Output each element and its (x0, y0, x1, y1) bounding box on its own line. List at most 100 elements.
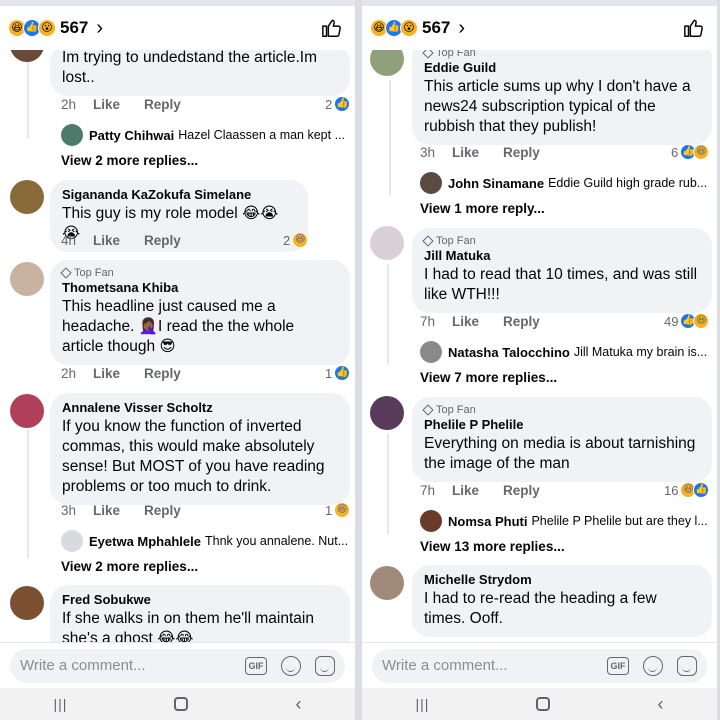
reaction-summary[interactable]: 😆 👍 😮 (370, 19, 418, 37)
reply-author: Eyetwa Mphahlele (89, 533, 201, 549)
reaction-summary[interactable]: 😆 👍 😮 (8, 19, 56, 37)
comments-feed[interactable]: Im trying to undedstand the article.Im l… (0, 50, 355, 642)
comment-text: This headline just caused me a headache.… (62, 298, 295, 355)
comment-reactions[interactable]: 2 👍 (325, 96, 351, 112)
right-screen: 😆 👍 😮 567 › Top Fan Eddie Guild This art… (362, 0, 717, 720)
reply-snippet: Eddie Guild high grade rub... (548, 176, 708, 190)
avatar (420, 172, 442, 194)
wow-icon: 😮 (38, 19, 56, 37)
comment-text: If you know the function of inverted com… (62, 418, 325, 495)
back-icon[interactable]: ‹ (657, 694, 663, 715)
comment-author[interactable]: Eddie Guild (424, 60, 700, 75)
sticker-icon[interactable] (315, 655, 335, 676)
chevron-right-icon[interactable]: › (458, 17, 465, 40)
comment-time: 2h (61, 366, 77, 381)
reply-preview[interactable]: Natasha Talocchino Jill Matuka my brain … (420, 341, 712, 363)
view-more-replies[interactable]: View 1 more reply... (420, 201, 545, 216)
comment-input[interactable]: Write a comment... GIF (372, 648, 707, 683)
comment-reactions[interactable]: 16 😆 👍 (664, 482, 710, 498)
avatar[interactable] (370, 396, 404, 430)
view-more-replies[interactable]: View 2 more replies... (61, 153, 198, 168)
chevron-right-icon[interactable]: › (96, 17, 103, 40)
reply-button[interactable]: Reply (144, 366, 181, 381)
reply-button[interactable]: Reply (144, 97, 181, 112)
reply-button[interactable]: Reply (144, 503, 181, 518)
avatar[interactable] (10, 262, 44, 296)
comment-author[interactable]: Michelle Strydom (424, 572, 700, 587)
avatar[interactable] (10, 394, 44, 428)
reactions-header[interactable]: 😆 👍 😮 567 › (0, 6, 355, 50)
thread-line (27, 50, 29, 138)
like-button[interactable]: Like (93, 366, 120, 381)
reply-preview[interactable]: Patty Chihwai Hazel Claassen a man kept … (61, 124, 351, 146)
gif-icon[interactable]: GIF (607, 656, 629, 675)
home-icon[interactable] (536, 697, 551, 711)
reply-preview[interactable]: Nomsa Phuti Phelile P Phelile but are th… (420, 510, 712, 532)
thumbs-up-icon[interactable] (321, 17, 343, 39)
comment-reactions[interactable]: 1 👍 (325, 365, 351, 381)
badge-label: Top Fan (74, 267, 114, 279)
like-button[interactable]: Like (452, 314, 479, 329)
reply-preview[interactable]: John Sinamane Eddie Guild high grade rub… (420, 172, 712, 194)
comment-author[interactable]: Jill Matuka (424, 248, 700, 263)
recents-icon[interactable]: ||| (54, 696, 68, 712)
reply-preview[interactable]: Eyetwa Mphahlele Thnk you annalene. Nut.… (61, 530, 351, 552)
comment-reactions[interactable]: 49 👍 😆 (664, 313, 710, 329)
comment-bubble[interactable]: Top Fan Jill Matuka I had to read that 1… (412, 228, 712, 313)
comment-author[interactable]: Thometsana Khiba (62, 280, 338, 295)
emoji-icon[interactable] (281, 655, 301, 676)
thumbs-up-icon[interactable] (683, 17, 705, 39)
avatar[interactable] (10, 180, 44, 214)
home-icon[interactable] (174, 697, 189, 711)
like-icon: 👍 (334, 96, 351, 112)
reaction-count: 2 (325, 96, 333, 112)
like-button[interactable]: Like (93, 97, 120, 112)
comment-bubble[interactable]: Fred Sobukwe If she walks in on them he'… (50, 585, 350, 642)
back-icon[interactable]: ‹ (295, 694, 301, 715)
haha-icon: 😆 (693, 313, 710, 329)
recents-icon[interactable]: ||| (416, 696, 430, 712)
comment-bubble[interactable]: Michelle Strydom I had to re-read the he… (412, 565, 712, 637)
comment-bubble[interactable]: Top Fan Phelile P Phelile Everything on … (412, 397, 712, 482)
comment-input[interactable]: Write a comment... GIF (10, 648, 345, 683)
emoji-icon[interactable] (643, 655, 663, 676)
reply-snippet: Hazel Claassen a man kept ... (178, 128, 345, 142)
avatar[interactable] (370, 50, 404, 76)
comment-bubble[interactable]: Top Fan Eddie Guild This article sums up… (412, 50, 712, 145)
comment-author[interactable]: Sigananda KaZokufa Simelane (62, 187, 296, 202)
reply-button[interactable]: Reply (144, 233, 181, 248)
comment-reactions[interactable]: 6 👍 😆 (671, 144, 710, 160)
comment-author[interactable]: Phelile P Phelile (424, 417, 700, 432)
comment-reactions[interactable]: 2 😆 (283, 232, 309, 248)
diamond-icon (422, 404, 434, 416)
like-button[interactable]: Like (452, 483, 479, 498)
view-more-replies[interactable]: View 13 more replies... (420, 539, 565, 554)
avatar[interactable] (370, 566, 404, 600)
reply-button[interactable]: Reply (503, 145, 540, 160)
comment-author[interactable]: Fred Sobukwe (62, 592, 338, 607)
comment-author[interactable]: Annalene Visser Scholtz (62, 400, 338, 415)
avatar[interactable] (10, 586, 44, 620)
like-button[interactable]: Like (452, 145, 479, 160)
comment-time: 3h (61, 503, 77, 518)
avatar[interactable] (10, 50, 44, 62)
avatar[interactable] (370, 226, 404, 260)
reply-button[interactable]: Reply (503, 483, 540, 498)
reaction-count: 2 (283, 232, 291, 248)
like-button[interactable]: Like (93, 233, 120, 248)
comment-bubble[interactable]: Im trying to undedstand the article.Im l… (50, 50, 350, 96)
comment-actions: 3h Like Reply (61, 503, 205, 518)
reactions-header[interactable]: 😆 👍 😮 567 › (362, 6, 717, 50)
comment-reactions[interactable]: 1 😆 (325, 502, 351, 518)
gif-icon[interactable]: GIF (245, 656, 267, 675)
comment-actions: 7h Like Reply (420, 314, 564, 329)
comment-bubble[interactable]: Top Fan Thometsana Khiba This headline j… (50, 260, 350, 365)
view-more-replies[interactable]: View 2 more replies... (61, 559, 198, 574)
like-button[interactable]: Like (93, 503, 120, 518)
reaction-count: 1 (325, 365, 333, 381)
comment-bubble[interactable]: Annalene Visser Scholtz If you know the … (50, 393, 350, 505)
sticker-icon[interactable] (677, 655, 697, 676)
comments-feed[interactable]: Top Fan Eddie Guild This article sums up… (362, 50, 717, 642)
view-more-replies[interactable]: View 7 more replies... (420, 370, 557, 385)
reply-button[interactable]: Reply (503, 314, 540, 329)
